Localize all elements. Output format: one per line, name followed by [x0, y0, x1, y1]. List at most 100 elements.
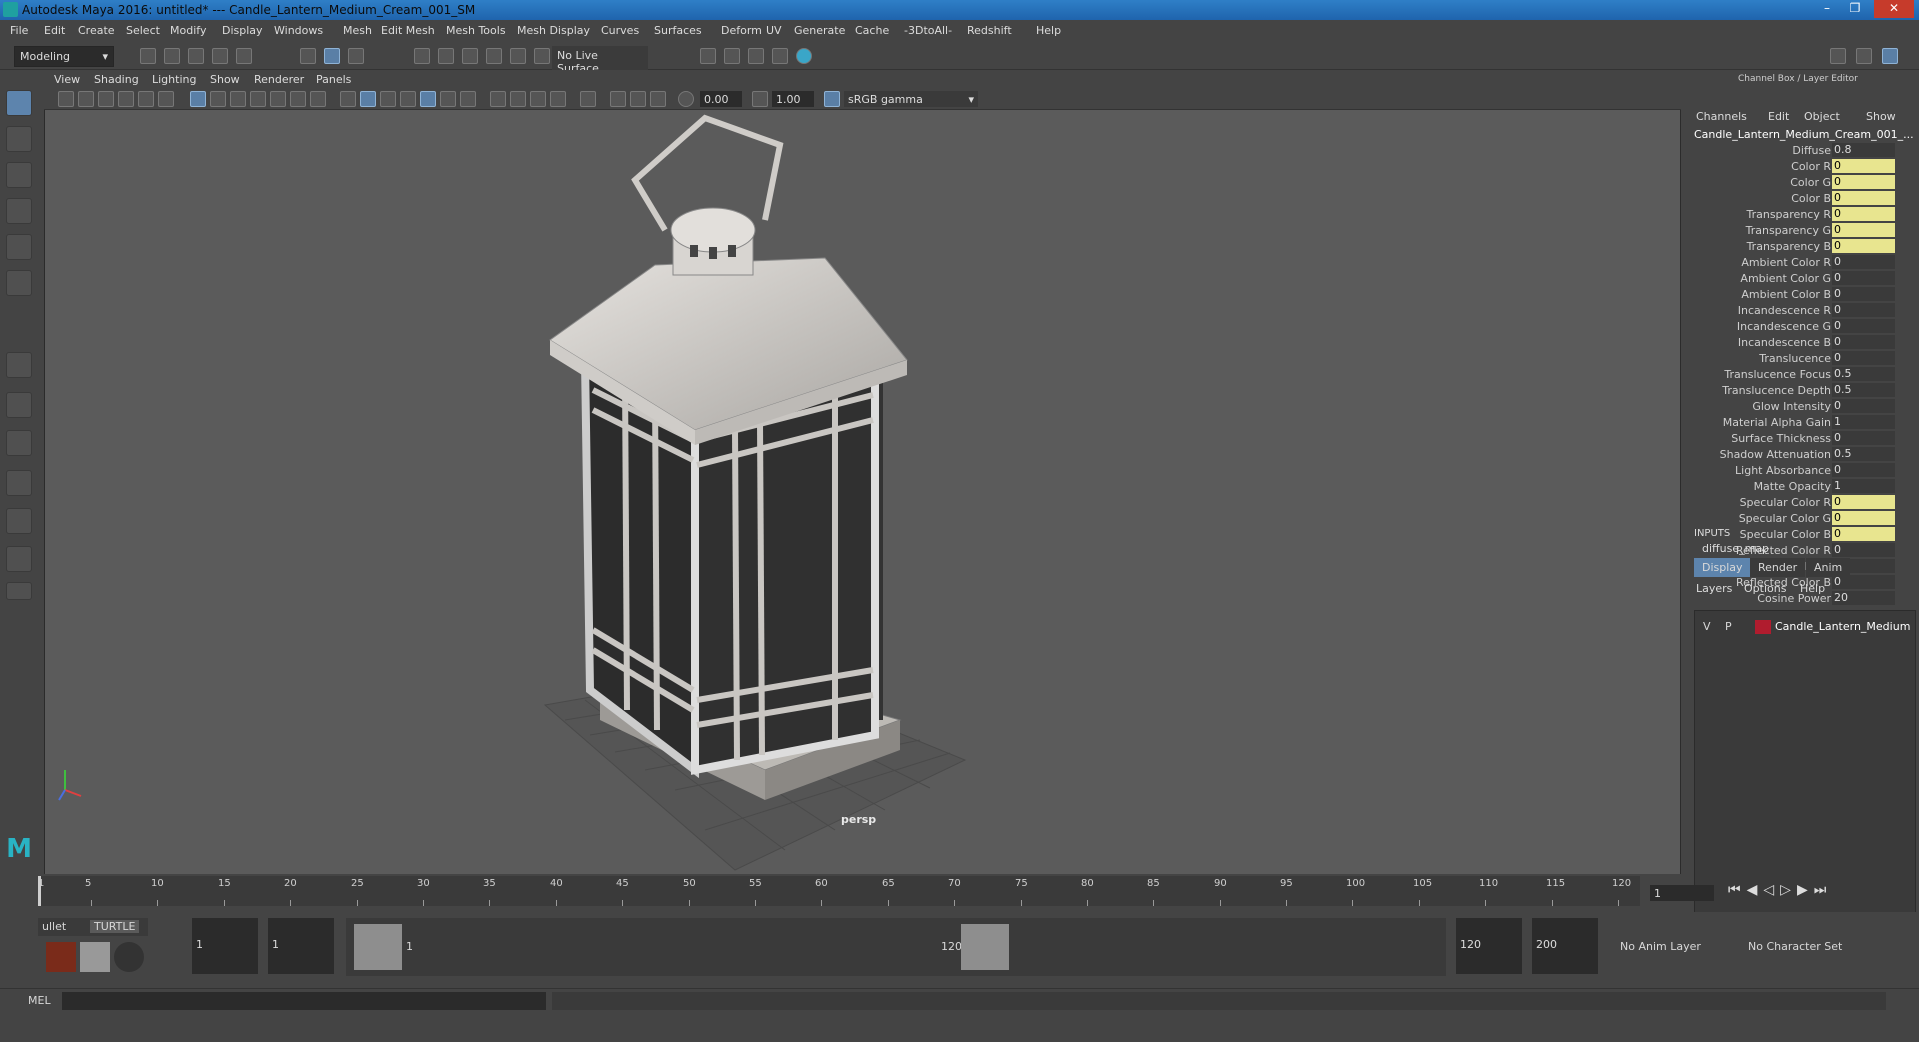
xray-icon[interactable]: [610, 91, 626, 107]
image-plane-icon[interactable]: [118, 91, 134, 107]
range-slider[interactable]: 1 120: [346, 918, 1446, 976]
attribute-value[interactable]: 0.8: [1832, 143, 1895, 157]
hypershade-icon[interactable]: [796, 48, 812, 64]
select-tool-icon[interactable]: [6, 90, 32, 116]
snap-grid-icon[interactable]: [414, 48, 430, 64]
go-to-start-icon[interactable]: ⏮: [1728, 882, 1747, 898]
auto-key-icon[interactable]: [1860, 936, 1878, 954]
attribute-value[interactable]: 0: [1832, 335, 1895, 349]
screen-space-ao-icon[interactable]: [490, 91, 506, 107]
command-input[interactable]: [62, 992, 546, 1010]
four-view-layout-icon[interactable]: [6, 392, 32, 418]
attribute-value[interactable]: 0: [1832, 175, 1895, 189]
playback-end-field[interactable]: 120: [1456, 918, 1522, 974]
hypershade-layout-icon[interactable]: [6, 546, 32, 572]
channel-box-icon[interactable]: [1882, 48, 1898, 64]
time-slider[interactable]: 1 5 10 15 20 25 30 35 40 45 50 55 60 65 70 75 80 85 90 95 10…: [38, 876, 1640, 906]
shelf-item-fire-icon[interactable]: [46, 942, 76, 972]
exposure-icon[interactable]: [678, 91, 694, 107]
save-scene-icon[interactable]: [188, 48, 204, 64]
layer-tab-anim[interactable]: Anim: [1806, 558, 1851, 577]
isolate-select-icon[interactable]: [580, 91, 596, 107]
anim-layer-dropdown[interactable]: No Anim Layer: [1620, 940, 1701, 953]
menu-display[interactable]: Display: [222, 24, 263, 37]
attribute-value[interactable]: 0: [1832, 527, 1895, 541]
gamma-icon[interactable]: [752, 91, 768, 107]
menu-surfaces[interactable]: Surfaces: [654, 24, 702, 37]
minimize-icon[interactable]: –: [1814, 0, 1840, 18]
attribute-row[interactable]: Transparency R0: [1690, 206, 1919, 222]
attribute-row[interactable]: Color R0: [1690, 158, 1919, 174]
wireframe-on-shaded-icon[interactable]: [400, 91, 416, 107]
safe-action-icon[interactable]: [290, 91, 306, 107]
attribute-value[interactable]: 0: [1832, 431, 1895, 445]
attribute-row[interactable]: Incandescence G0: [1690, 318, 1919, 334]
mode-dropdown[interactable]: Modeling ▾: [14, 46, 114, 67]
lasso-tool-icon[interactable]: [6, 126, 32, 152]
menu-mesh[interactable]: Mesh: [343, 24, 372, 37]
grid-icon[interactable]: [190, 91, 206, 107]
input-node[interactable]: diffuse_map: [1702, 542, 1769, 555]
channel-menu-channels[interactable]: Channels: [1696, 110, 1747, 123]
wireframe-icon[interactable]: [340, 91, 356, 107]
play-forwards-icon[interactable]: ▷: [1780, 882, 1797, 898]
current-time-indicator[interactable]: [38, 876, 41, 906]
attribute-row[interactable]: Incandescence B0: [1690, 334, 1919, 350]
layer-menu-options[interactable]: Options: [1744, 582, 1786, 595]
attribute-value[interactable]: 0: [1832, 543, 1895, 557]
channel-menu-show[interactable]: Show: [1866, 110, 1896, 123]
menu-create[interactable]: Create: [78, 24, 115, 37]
default-material-icon[interactable]: [380, 91, 396, 107]
camera-attributes-icon[interactable]: [78, 91, 94, 107]
menu-mesh-tools[interactable]: Mesh Tools: [446, 24, 506, 37]
layer-tab-render[interactable]: Render: [1750, 558, 1806, 577]
attribute-value[interactable]: 0: [1832, 223, 1895, 237]
shelf-item-render-icon[interactable]: [80, 942, 110, 972]
attribute-row[interactable]: Transparency G0: [1690, 222, 1919, 238]
color-management-icon[interactable]: [824, 91, 840, 107]
menu-uv[interactable]: UV: [766, 24, 782, 37]
viewport-menu-panels[interactable]: Panels: [316, 73, 351, 86]
step-back-key-icon[interactable]: ◀: [1747, 882, 1764, 898]
two-view-layout-icon[interactable]: [6, 430, 32, 456]
layer-name[interactable]: Candle_Lantern_Medium: [1775, 620, 1910, 633]
attribute-value[interactable]: 0: [1832, 207, 1895, 221]
attribute-value[interactable]: 0.5: [1832, 367, 1895, 381]
smooth-shade-icon[interactable]: [360, 91, 376, 107]
snap-edge-icon[interactable]: [534, 48, 550, 64]
rotate-tool-icon[interactable]: [6, 234, 32, 260]
menu-curves[interactable]: Curves: [601, 24, 639, 37]
animation-end-field[interactable]: 200: [1532, 918, 1598, 974]
perspective-viewport[interactable]: persp: [45, 110, 1680, 874]
viewport-menu-view[interactable]: View: [54, 73, 80, 86]
shelf-tab-turtle[interactable]: TURTLE: [90, 920, 140, 933]
channel-menu-edit[interactable]: Edit: [1768, 110, 1789, 123]
open-scene-icon[interactable]: [164, 48, 180, 64]
animation-preferences-icon[interactable]: [1888, 936, 1906, 954]
menu-redshift[interactable]: Redshift: [967, 24, 1012, 37]
move-tool-icon[interactable]: [6, 198, 32, 224]
viewport-menu-renderer[interactable]: Renderer: [254, 73, 304, 86]
gate-mask-icon[interactable]: [250, 91, 266, 107]
attribute-value[interactable]: 0: [1832, 319, 1895, 333]
menu-help[interactable]: Help: [1036, 24, 1061, 37]
current-frame-field[interactable]: 1: [1650, 885, 1714, 901]
layer-tab-display[interactable]: Display: [1694, 558, 1751, 577]
attribute-value[interactable]: 0.5: [1832, 383, 1895, 397]
menu-file[interactable]: File: [10, 24, 28, 37]
xray-joints-icon[interactable]: [650, 91, 666, 107]
graph-layout-icon[interactable]: [6, 508, 32, 534]
attribute-row[interactable]: Transparency B0: [1690, 238, 1919, 254]
shelf-tab-bullet[interactable]: ullet: [42, 920, 66, 933]
attribute-row[interactable]: Translucence 0: [1690, 350, 1919, 366]
select-hierarchy-icon[interactable]: [300, 48, 316, 64]
range-end-handle[interactable]: [961, 924, 1009, 970]
menu-3dtoall[interactable]: -3DtoAll-: [904, 24, 952, 37]
attribute-row[interactable]: Surface Thickness 0: [1690, 430, 1919, 446]
depth-of-field-icon[interactable]: [550, 91, 566, 107]
attribute-row[interactable]: Matte Opacity 1: [1690, 478, 1919, 494]
use-all-lights-icon[interactable]: [440, 91, 456, 107]
menu-edit-mesh[interactable]: Edit Mesh: [381, 24, 435, 37]
go-to-end-icon[interactable]: ⏭: [1814, 882, 1833, 898]
redo-icon[interactable]: [236, 48, 252, 64]
